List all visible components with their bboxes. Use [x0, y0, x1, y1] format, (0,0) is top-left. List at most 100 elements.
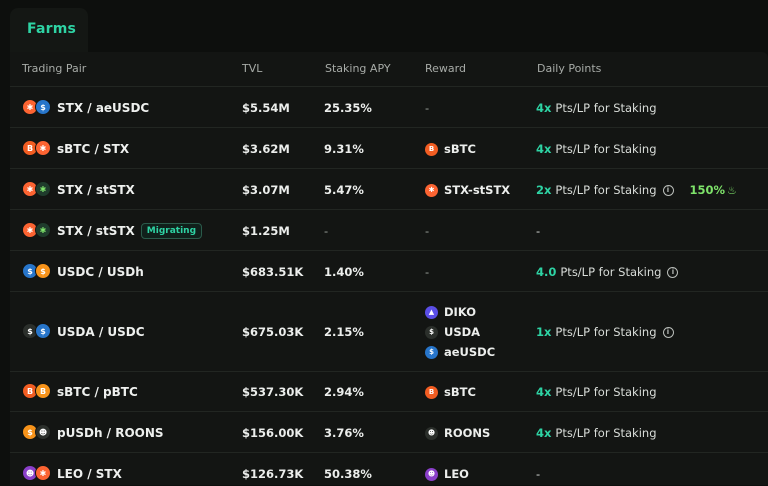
table-row[interactable]: $ $ USDA / USDC $675.03K 2.15% ▲ DIKO $ USD… — [10, 291, 768, 372]
sbtc-icon: B — [425, 142, 438, 156]
apy-value: 3.76% — [324, 426, 364, 440]
points-multiplier: 4x — [536, 426, 552, 440]
table-row[interactable]: ☻ ✱ LEO / STX $126.73K 50.38% ☻ LEO - — [10, 452, 768, 486]
tvl-value: $683.51K — [242, 265, 304, 279]
apy-value: - — [324, 224, 329, 238]
tvl-value: $5.54M — [242, 101, 290, 115]
reward-label: STX-stSTX — [444, 183, 511, 197]
daily-points: 4x Pts/LP for Staking — [536, 385, 657, 399]
reward-label: - — [425, 224, 430, 238]
stx-ststx-icon: ✱ — [425, 183, 438, 197]
header-trading-pair[interactable]: Trading Pair — [22, 62, 86, 75]
reward-item: BsBTC — [425, 385, 476, 399]
points-text: Pts/LP for Staking — [555, 426, 657, 440]
trading-pair: ✱ ✱ STX / stSTX Migrating — [22, 222, 203, 240]
apy-value: 1.40% — [324, 265, 364, 279]
table-row[interactable]: ✱ ✱ STX / stSTX Migrating $1.25M - - - — [10, 209, 768, 251]
reward-label: USDA — [444, 325, 481, 339]
reward-label: sBTC — [444, 142, 476, 156]
trading-pair: ☻ ✱ LEO / STX — [22, 465, 122, 483]
boost-percent: 150% — [689, 183, 726, 197]
table-row[interactable]: ✱ ✱ STX / stSTX $3.07M 5.47% ✱ STX-stSTX 2… — [10, 168, 768, 210]
apy-value: 50.38% — [324, 467, 372, 481]
daily-points: 4x Pts/LP for Staking — [536, 142, 657, 156]
reward-item: ▲ DIKO — [425, 305, 476, 319]
reward-label: sBTC — [444, 385, 476, 399]
reward-label: aeUSDC — [444, 345, 496, 359]
points-multiplier: 4x — [536, 101, 552, 115]
roons-icon: ☻ — [35, 424, 51, 440]
sbtc-icon: B — [425, 385, 438, 399]
pair-name: sBTC / pBTC — [57, 385, 138, 399]
table-row[interactable]: ✱ $ STX / aeUSDC $5.54M 25.35% - 4x Pts/LP… — [10, 86, 768, 128]
usdc-icon: $ — [35, 323, 51, 339]
reward-item: - — [425, 265, 429, 279]
points-text: Pts/LP for Staking — [555, 101, 657, 115]
pair-name: pUSDh / ROONS — [57, 426, 164, 440]
reward-item: $ aeUSDC — [425, 345, 495, 359]
trading-pair: $ $ USDC / USDh — [22, 263, 144, 281]
farms-page: Farms Trading Pair TVL Staking APY Rewar… — [0, 0, 768, 485]
tvl-value: $126.73K — [242, 467, 304, 481]
apy-value: 2.94% — [324, 385, 364, 399]
trading-pair: $ ☻ pUSDh / ROONS — [22, 424, 164, 442]
info-icon[interactable]: i — [667, 266, 679, 278]
trading-pair: ✱ $ STX / aeUSDC — [22, 99, 149, 117]
reward-item: ☻ ROONS — [425, 426, 490, 440]
pair-name: STX / aeUSDC — [57, 101, 150, 115]
reward-item: $ USDA — [425, 325, 480, 339]
info-icon[interactable]: i — [662, 184, 674, 196]
pbtc-icon: B — [35, 383, 51, 399]
reward-label: DIKO — [444, 305, 476, 319]
tvl-value: $3.07M — [242, 183, 290, 197]
table-row[interactable]: BB sBTC / pBTC $537.30K 2.94% BsBTC 4x Pt… — [10, 371, 768, 412]
daily-points: 2x Pts/LP for Staking i 150% ♨ — [536, 183, 737, 197]
table-row[interactable]: B ✱ sBTC / STX $3.62M 9.31% BsBTC 4x Pts/L… — [10, 127, 768, 169]
daily-points: - — [536, 467, 541, 481]
reward-item: - — [425, 224, 429, 238]
header-staking-apy[interactable]: Staking APY — [325, 62, 391, 75]
apy-value: 25.35% — [324, 101, 372, 115]
trading-pair: $ $ USDA / USDC — [22, 323, 145, 341]
points-text: Pts/LP for Staking — [555, 142, 657, 156]
points-multiplier: 2x — [536, 183, 552, 197]
pair-name: USDA / USDC — [57, 325, 145, 339]
apy-value: 5.47% — [324, 183, 364, 197]
tvl-value: $675.03K — [242, 325, 304, 339]
reward-label: ROONS — [444, 426, 491, 440]
trading-pair: BB sBTC / pBTC — [22, 383, 138, 401]
reward-item: ✱ STX-stSTX — [425, 183, 510, 197]
daily-points: 4.0 Pts/LP for Staking i — [536, 265, 679, 279]
header-daily-points[interactable]: Daily Points — [537, 62, 601, 75]
ststx-icon: ✱ — [35, 222, 51, 238]
points-text: Pts/LP for Staking — [560, 265, 662, 279]
trading-pair: B ✱ sBTC / STX — [22, 140, 129, 158]
reward-label: LEO — [444, 467, 469, 481]
header-tvl[interactable]: TVL — [242, 62, 262, 75]
pair-name: LEO / STX — [57, 467, 122, 481]
diko-icon: ▲ — [425, 305, 438, 319]
apy-value: 2.15% — [324, 325, 364, 339]
table-row[interactable]: $ ☻ pUSDh / ROONS $156.00K 3.76% ☻ ROONS 4… — [10, 411, 768, 453]
flame-icon: ♨ — [727, 183, 737, 197]
reward-item: ☻ LEO — [425, 467, 469, 481]
migrating-badge: Migrating — [140, 223, 203, 239]
points-multiplier: 4.0 — [536, 265, 557, 279]
points-multiplier: 1x — [536, 325, 552, 339]
stx-icon: ✱ — [35, 465, 51, 481]
points-text: Pts/LP for Staking — [555, 325, 657, 339]
reward-item: BsBTC — [425, 142, 476, 156]
table-row[interactable]: $ $ USDC / USDh $683.51K 1.40% - 4.0 Pts/L… — [10, 250, 768, 292]
pair-name: sBTC / STX — [57, 142, 130, 156]
roons-icon: ☻ — [425, 426, 438, 440]
points-multiplier: 4x — [536, 385, 552, 399]
pair-name: USDC / USDh — [57, 265, 144, 279]
tab-farms[interactable]: Farms — [10, 8, 88, 54]
header-reward[interactable]: Reward — [425, 62, 466, 75]
ststx-icon: ✱ — [35, 181, 51, 197]
usdh-icon: $ — [35, 263, 51, 279]
reward-label: - — [425, 101, 430, 115]
trading-pair: ✱ ✱ STX / stSTX — [22, 181, 135, 199]
usdc-icon: $ — [35, 99, 51, 115]
info-icon[interactable]: i — [662, 326, 674, 338]
